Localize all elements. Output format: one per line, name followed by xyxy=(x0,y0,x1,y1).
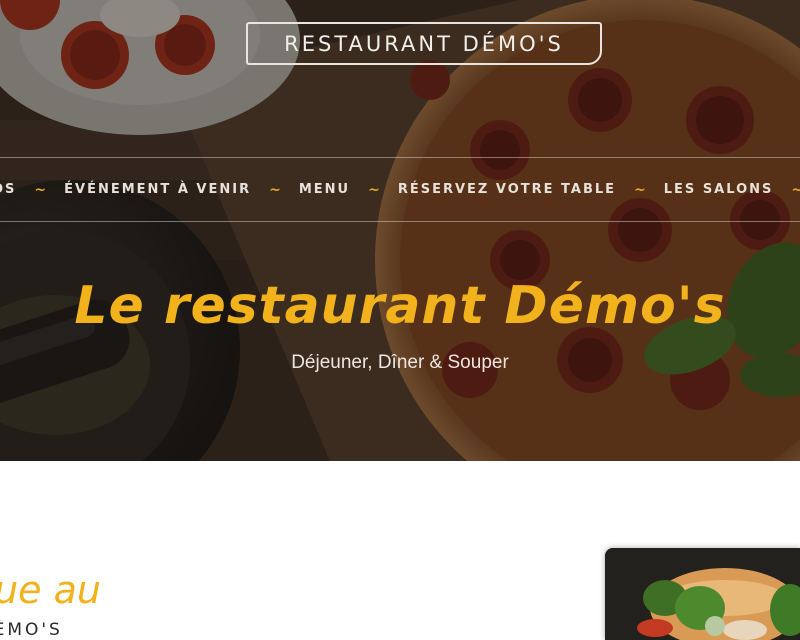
hero-subtitle: Déjeuner, Dîner & Souper xyxy=(291,352,509,373)
salad-thumbnail-image[interactable] xyxy=(605,548,800,640)
welcome-subheading: NT DÉMO'S xyxy=(0,620,300,640)
hero-title: Le restaurant Démo's xyxy=(74,276,726,336)
welcome-title: nue au xyxy=(0,568,101,612)
nav-item-salons[interactable]: LES SALONS xyxy=(664,182,774,197)
nav-item-evenement[interactable]: ÉVÉNEMENT À VENIR xyxy=(64,182,251,197)
nav-separator: ~ xyxy=(34,181,47,198)
hero-banner: RESTAURANT DÉMO'S OS ~ ÉVÉNEMENT À VENIR… xyxy=(0,0,800,461)
nav-item-partial-left[interactable]: OS xyxy=(0,182,16,197)
nav-separator: ~ xyxy=(791,181,800,198)
nav-separator: ~ xyxy=(634,181,646,198)
hero-overlay xyxy=(0,0,800,461)
site-logo-text: RESTAURANT DÉMO'S xyxy=(284,31,564,56)
welcome-subtitle: NT DÉMO'S xyxy=(0,620,63,640)
nav-item-reservez[interactable]: RÉSERVEZ VOTRE TABLE xyxy=(398,182,616,197)
salad-image xyxy=(605,548,800,640)
nav-separator: ~ xyxy=(368,181,380,198)
nav-separator: ~ xyxy=(269,181,281,198)
welcome-heading: nue au xyxy=(0,568,300,616)
nav-item-menu[interactable]: MENU xyxy=(299,182,350,197)
site-logo[interactable]: RESTAURANT DÉMO'S xyxy=(246,22,602,65)
main-nav: OS ~ ÉVÉNEMENT À VENIR ~ MENU ~ RÉSERVEZ… xyxy=(0,157,800,222)
nav-track: OS ~ ÉVÉNEMENT À VENIR ~ MENU ~ RÉSERVEZ… xyxy=(0,158,800,221)
